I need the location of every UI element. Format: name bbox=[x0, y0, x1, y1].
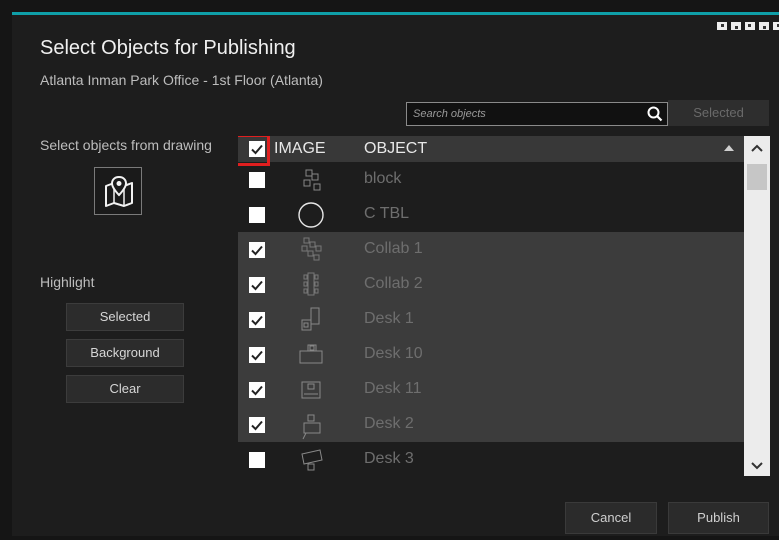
row-checkbox[interactable] bbox=[249, 242, 265, 258]
object-name: block bbox=[364, 170, 402, 187]
highlight-selected-button[interactable]: Selected bbox=[66, 303, 184, 331]
object-name: Desk 2 bbox=[364, 415, 414, 432]
title-accent-bar bbox=[12, 12, 779, 15]
checkmark-icon bbox=[251, 420, 263, 431]
window-controls-decoration bbox=[717, 22, 779, 30]
checkmark-icon bbox=[251, 245, 263, 256]
table-row[interactable]: Desk 10 bbox=[238, 337, 744, 372]
chevron-down-icon bbox=[751, 462, 763, 470]
select-from-drawing-label: Select objects from drawing bbox=[40, 137, 212, 153]
row-checkbox[interactable] bbox=[249, 417, 265, 433]
map-pin-icon bbox=[105, 175, 133, 207]
table-row[interactable]: Collab 1 bbox=[238, 232, 744, 267]
column-header-image: IMAGE bbox=[274, 140, 326, 157]
row-checkbox[interactable] bbox=[249, 382, 265, 398]
row-checkbox[interactable] bbox=[249, 172, 265, 188]
highlight-clear-button[interactable]: Clear bbox=[66, 375, 184, 403]
select-from-drawing-button[interactable] bbox=[94, 167, 142, 215]
cancel-button[interactable]: Cancel bbox=[565, 502, 657, 534]
checkmark-icon bbox=[251, 280, 263, 291]
object-name: C TBL bbox=[364, 205, 410, 222]
object-thumbnail-icon bbox=[301, 381, 321, 399]
checkmark-icon bbox=[251, 350, 263, 361]
row-checkbox[interactable] bbox=[249, 277, 265, 293]
table-header: IMAGE OBJECT bbox=[238, 136, 770, 166]
search-box[interactable] bbox=[406, 102, 668, 126]
sort-ascending-icon[interactable] bbox=[724, 145, 734, 151]
row-checkbox[interactable] bbox=[249, 452, 265, 468]
publish-button[interactable]: Publish bbox=[668, 502, 769, 534]
object-thumbnail-icon bbox=[303, 169, 321, 191]
selected-filter-button[interactable]: Selected bbox=[668, 100, 769, 126]
objects-table: IMAGE OBJECT block C TBL Collab 1 Collab 2 D… bbox=[238, 136, 770, 476]
checkmark-icon bbox=[251, 385, 263, 396]
chevron-up-icon bbox=[751, 144, 763, 152]
object-thumbnail-icon bbox=[303, 272, 319, 296]
highlight-background-button[interactable]: Background bbox=[66, 339, 184, 367]
table-row[interactable]: C TBL bbox=[238, 197, 744, 232]
row-checkbox[interactable] bbox=[249, 347, 265, 363]
column-header-object[interactable]: OBJECT bbox=[364, 140, 427, 158]
object-name: Desk 10 bbox=[364, 345, 423, 362]
dialog-title: Select Objects for Publishing bbox=[40, 37, 296, 59]
table-row[interactable]: Desk 1 bbox=[238, 302, 744, 337]
row-checkbox[interactable] bbox=[249, 207, 265, 223]
search-input[interactable] bbox=[407, 103, 632, 125]
object-name: Desk 11 bbox=[364, 380, 422, 397]
table-row[interactable]: block bbox=[238, 162, 744, 197]
publish-dialog: Select Objects for Publishing Atlanta In… bbox=[12, 12, 779, 536]
row-checkbox[interactable] bbox=[249, 312, 265, 328]
object-thumbnail-icon bbox=[302, 414, 321, 440]
scroll-down-button[interactable] bbox=[744, 456, 770, 476]
object-thumbnail-icon bbox=[301, 449, 323, 471]
scroll-thumb[interactable] bbox=[747, 164, 767, 190]
object-thumbnail-icon bbox=[298, 202, 324, 228]
table-scrollbar[interactable] bbox=[744, 136, 770, 476]
highlight-label: Highlight bbox=[40, 274, 95, 290]
dialog-subtitle: Atlanta Inman Park Office - 1st Floor (A… bbox=[40, 72, 323, 88]
checkmark-icon bbox=[251, 315, 263, 326]
object-name: Collab 1 bbox=[364, 240, 423, 257]
object-name: Desk 1 bbox=[364, 310, 414, 327]
object-name: Collab 2 bbox=[364, 275, 423, 292]
object-thumbnail-icon bbox=[301, 307, 320, 331]
table-row[interactable]: Desk 3 bbox=[238, 442, 744, 476]
scroll-up-button[interactable] bbox=[744, 136, 770, 162]
object-thumbnail-icon bbox=[301, 237, 322, 261]
table-row[interactable]: Collab 2 bbox=[238, 267, 744, 302]
object-name: Desk 3 bbox=[364, 450, 414, 467]
table-row[interactable]: Desk 11 bbox=[238, 372, 744, 407]
object-thumbnail-icon bbox=[299, 344, 323, 364]
table-row[interactable]: Desk 2 bbox=[238, 407, 744, 442]
search-icon[interactable] bbox=[647, 106, 663, 122]
